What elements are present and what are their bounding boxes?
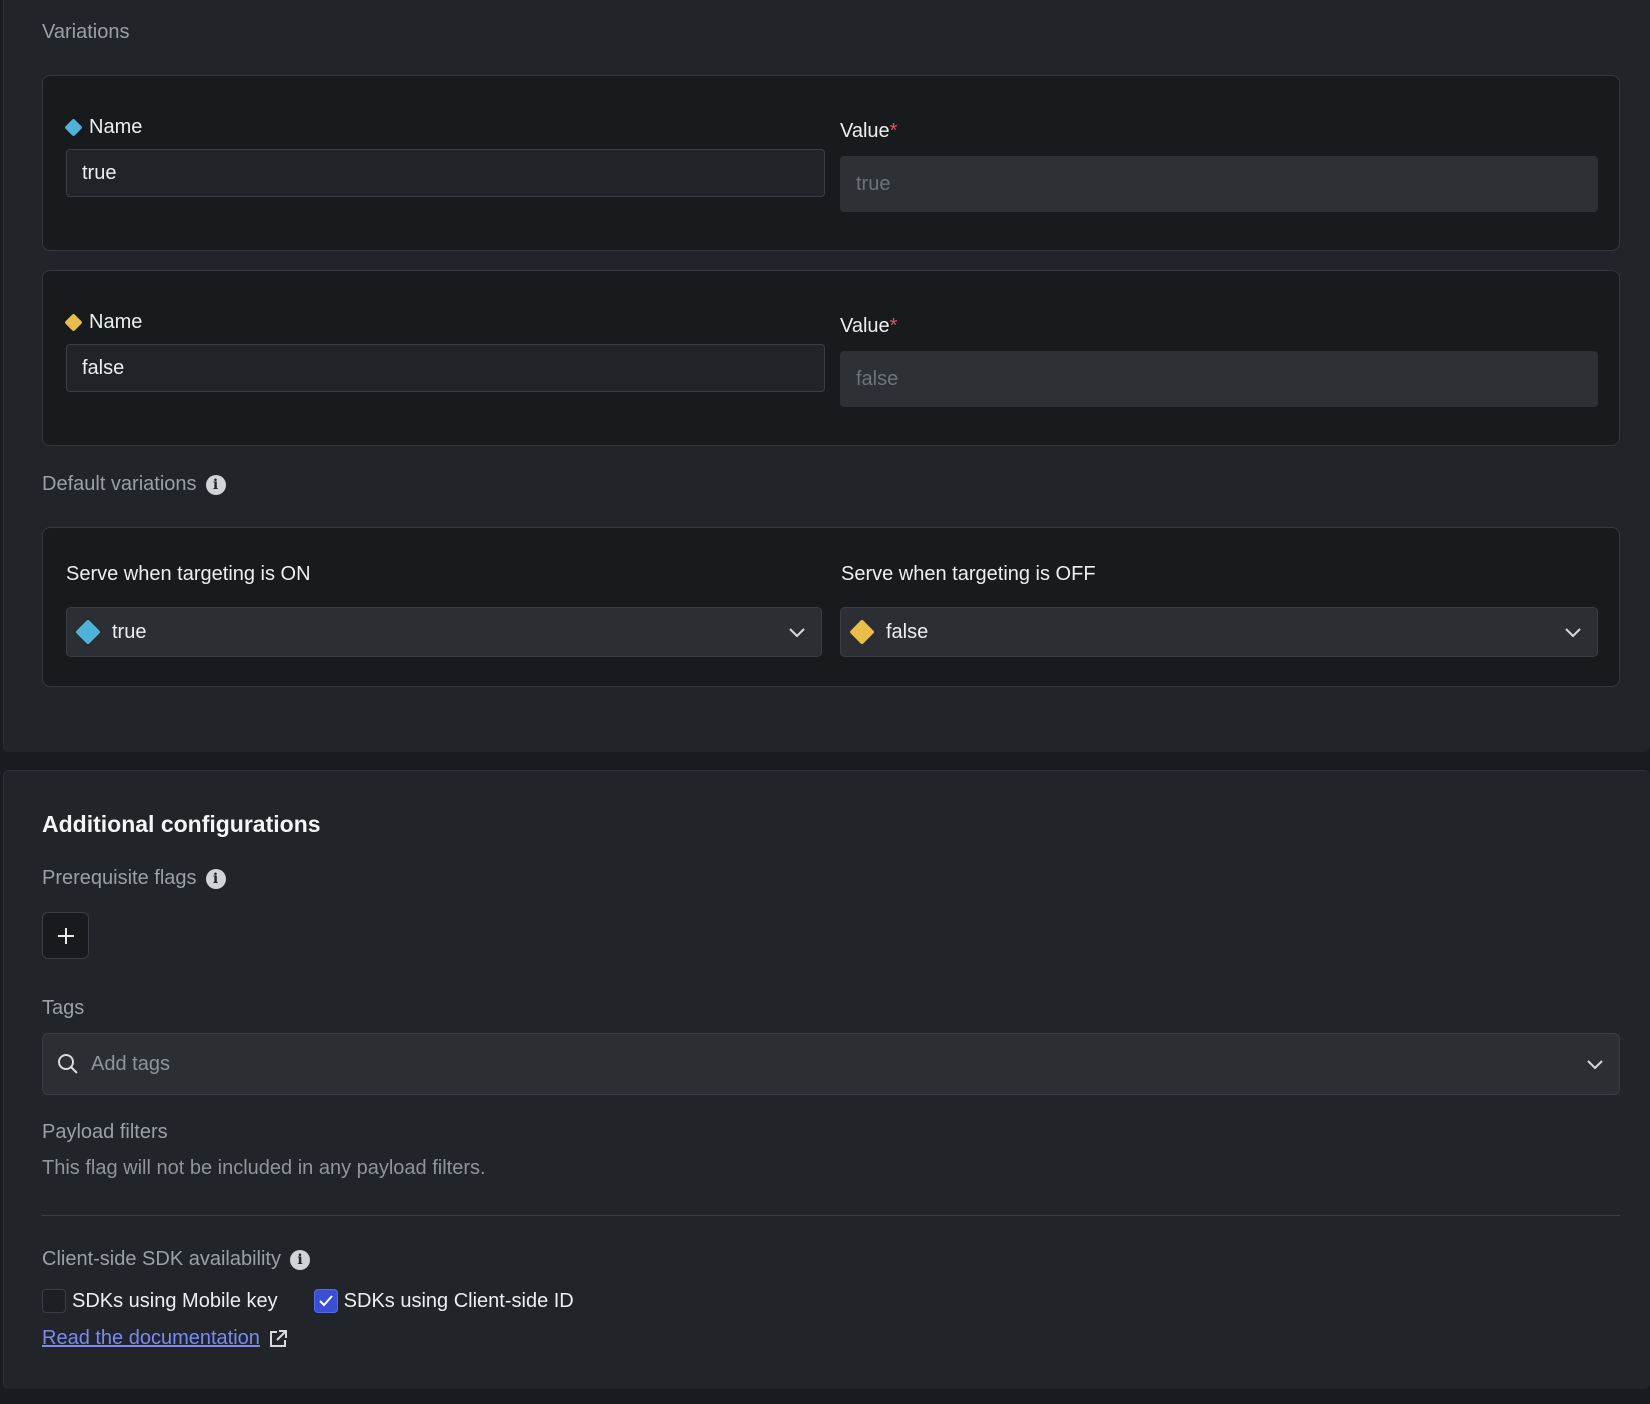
default-variations-heading: Default variations i (42, 473, 226, 496)
variations-heading: Variations (42, 21, 130, 43)
payload-filters-label: Payload filters (42, 1121, 168, 1143)
sdk-mobile-key-checkbox[interactable] (42, 1289, 66, 1313)
checkmark-icon (318, 1295, 333, 1307)
variation-value-input[interactable]: false (840, 351, 1598, 407)
variation-name-label: Name (64, 311, 142, 334)
variation-false-diamond-icon (849, 619, 875, 645)
sdk-availability-label: Client-side SDK availability i (42, 1248, 310, 1271)
info-icon[interactable]: i (205, 868, 226, 889)
add-prerequisite-button[interactable] (42, 912, 89, 959)
serve-off-select[interactable]: false (840, 607, 1598, 657)
external-link-icon (269, 1329, 287, 1347)
serve-on-select[interactable]: true (66, 607, 822, 657)
variation-value-input[interactable]: true (840, 156, 1598, 212)
tags-label: Tags (42, 997, 85, 1019)
variation-true-diamond-icon (64, 118, 83, 137)
sdk-client-side-id-checkbox[interactable] (313, 1289, 338, 1313)
plus-icon (57, 927, 74, 944)
chevron-down-icon (1565, 628, 1581, 638)
chevron-down-icon[interactable] (1585, 1054, 1605, 1074)
variation-card: Name true Value* true (42, 75, 1620, 251)
additional-configurations-title: Additional configurations (42, 811, 321, 837)
chevron-down-icon (789, 628, 805, 638)
divider (42, 1215, 1620, 1216)
tags-input[interactable]: Add tags (42, 1033, 1620, 1095)
variation-name-label: Name (64, 116, 142, 139)
variation-card: Name false Value* false (42, 270, 1620, 446)
variation-name-input[interactable]: false (66, 344, 825, 392)
variations-panel: Variations Name true Value* true Name fa… (3, 0, 1650, 752)
sdk-client-side-id-option[interactable]: SDKs using Client-side ID (313, 1289, 574, 1313)
read-documentation-link[interactable]: Read the documentation (42, 1327, 288, 1350)
variation-true-diamond-icon (75, 619, 101, 645)
info-icon[interactable]: i (289, 1249, 310, 1270)
serve-on-label: Serve when targeting is ON (66, 563, 311, 585)
sdk-options: SDKs using Mobile key SDKs using Client-… (42, 1289, 610, 1313)
serve-off-label: Serve when targeting is OFF (841, 563, 1096, 585)
prerequisite-flags-label: Prerequisite flags i (42, 867, 226, 890)
variation-value-label: Value* (840, 120, 898, 142)
default-variations-card: Serve when targeting is ON true Serve wh… (42, 527, 1620, 687)
info-icon[interactable]: i (205, 474, 226, 495)
search-icon (58, 1054, 78, 1074)
sdk-mobile-key-option[interactable]: SDKs using Mobile key (42, 1289, 278, 1313)
additional-configurations-panel: Additional configurations Prerequisite f… (3, 770, 1650, 1389)
variation-name-input[interactable]: true (66, 149, 825, 197)
variation-false-diamond-icon (64, 313, 83, 332)
payload-filters-text: This flag will not be included in any pa… (42, 1157, 486, 1179)
variation-value-label: Value* (840, 315, 898, 337)
